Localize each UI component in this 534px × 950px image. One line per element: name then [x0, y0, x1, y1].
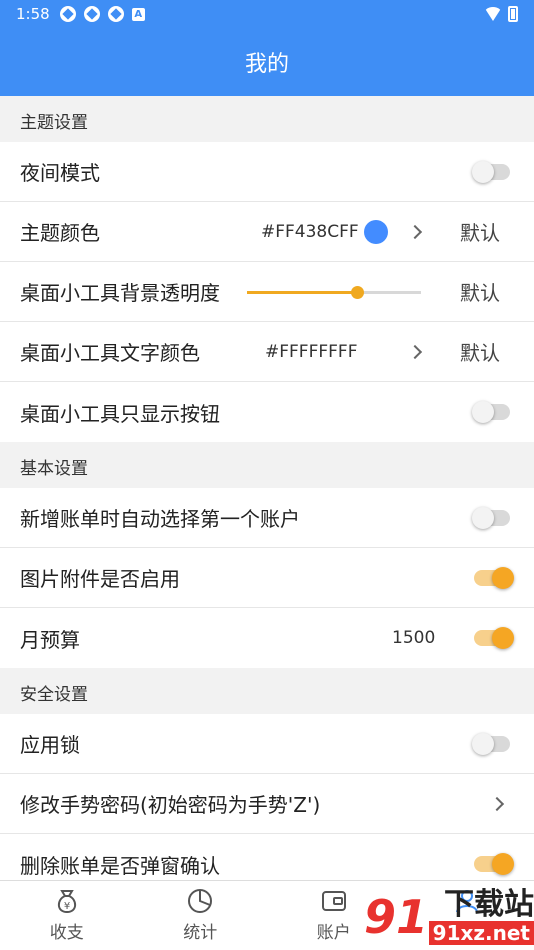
app-lock-row[interactable]: 应用锁 — [0, 714, 534, 774]
toggle-knob — [492, 566, 514, 589]
app-notification-icon — [59, 6, 76, 22]
a-icon: A — [131, 7, 145, 21]
image-attachment-toggle[interactable] — [474, 566, 514, 589]
status-bar: 1:58 A — [0, 0, 534, 28]
auto-select-account-row[interactable]: 新增账单时自动选择第一个账户 — [0, 488, 534, 548]
monthly-budget-row[interactable]: 月预算 1500 — [0, 608, 534, 668]
settings-list[interactable]: 主题设置 夜间模式 主题颜色 #FF438CFF 默认 桌面小工具背景透明度 默… — [0, 96, 534, 880]
toggle-knob — [492, 627, 514, 649]
widget-opacity-slider[interactable] — [247, 286, 421, 299]
wifi-icon — [484, 7, 502, 21]
toggle-knob — [472, 160, 494, 183]
chevron-right-icon[interactable] — [489, 796, 505, 811]
svg-text:¥: ¥ — [64, 901, 70, 912]
chevron-right-icon[interactable] — [407, 224, 423, 239]
theme-color-swatch[interactable] — [364, 219, 388, 244]
theme-color-default-button[interactable]: 默认 — [460, 217, 500, 246]
widget-buttons-only-row[interactable]: 桌面小工具只显示按钮 — [0, 382, 534, 442]
pie-chart-icon — [188, 889, 213, 913]
widget-text-color-row[interactable]: 桌面小工具文字颜色 #FFFFFFFF 默认 — [0, 322, 534, 382]
slider-handle[interactable] — [350, 286, 364, 299]
status-time: 1:58 — [16, 5, 50, 23]
app-notification-icon — [107, 6, 124, 22]
nav-item-statistics[interactable]: 统计 — [134, 881, 268, 950]
app-bar: 我的 — [0, 28, 534, 96]
nav-label: 统计 — [183, 923, 218, 943]
night-mode-toggle[interactable] — [472, 160, 510, 183]
widget-opacity-default-button[interactable]: 默认 — [460, 277, 500, 306]
slider-fill — [247, 291, 357, 294]
change-gesture-row[interactable]: 修改手势密码(初始密码为手势'Z') — [0, 774, 534, 834]
widget-text-color-value: #FFFFFFFF — [265, 341, 358, 362]
watermark: 91 下载站 91xz.net — [364, 884, 534, 950]
monthly-budget-label: 月预算 — [20, 627, 80, 652]
night-mode-row[interactable]: 夜间模式 — [0, 142, 534, 202]
toggle-knob — [472, 401, 494, 423]
nav-item-income-expense[interactable]: ¥ 收支 — [0, 881, 134, 950]
theme-color-row[interactable]: 主题颜色 #FF438CFF 默认 — [0, 202, 534, 262]
delete-confirm-toggle[interactable] — [474, 853, 514, 875]
widget-text-color-default-button[interactable]: 默认 — [460, 337, 500, 366]
app-lock-toggle[interactable] — [472, 732, 510, 755]
widget-opacity-row[interactable]: 桌面小工具背景透明度 默认 — [0, 262, 534, 322]
section-header-theme: 主题设置 — [0, 96, 534, 142]
toggle-knob — [472, 732, 494, 755]
toggle-knob — [492, 853, 514, 875]
night-mode-label: 夜间模式 — [20, 161, 100, 185]
app-notification-icon — [83, 6, 100, 22]
chevron-right-icon[interactable] — [407, 344, 423, 359]
wallet-icon — [321, 891, 346, 911]
watermark-url: 91xz.net — [428, 921, 534, 945]
image-attachment-label: 图片附件是否启用 — [20, 567, 180, 591]
delete-confirm-label: 删除账单是否弹窗确认 — [20, 853, 220, 878]
monthly-budget-value[interactable]: 1500 — [392, 628, 435, 648]
page-title: 我的 — [244, 52, 289, 77]
nav-label: 收支 — [49, 923, 84, 943]
watermark-logo: 91 — [364, 890, 429, 944]
change-gesture-label: 修改手势密码(初始密码为手势'Z') — [20, 793, 321, 817]
battery-icon — [508, 6, 518, 22]
auto-select-account-label: 新增账单时自动选择第一个账户 — [20, 507, 300, 531]
widget-opacity-label: 桌面小工具背景透明度 — [20, 281, 220, 305]
widget-buttons-only-label: 桌面小工具只显示按钮 — [20, 401, 220, 426]
section-header-basic: 基本设置 — [0, 442, 534, 488]
theme-color-value: #FF438CFF — [261, 221, 359, 242]
image-attachment-row[interactable]: 图片附件是否启用 — [0, 548, 534, 608]
nav-label: 账户 — [316, 923, 351, 943]
monthly-budget-toggle[interactable] — [474, 627, 514, 649]
section-header-security: 安全设置 — [0, 668, 534, 714]
app-lock-label: 应用锁 — [20, 733, 80, 757]
widget-text-color-label: 桌面小工具文字颜色 — [20, 341, 200, 365]
theme-color-label: 主题颜色 — [20, 221, 100, 245]
delete-confirm-row[interactable]: 删除账单是否弹窗确认 — [0, 834, 534, 880]
moneybag-icon: ¥ — [57, 890, 76, 914]
watermark-title: 下载站 — [444, 887, 534, 922]
toggle-knob — [472, 506, 494, 529]
auto-select-account-toggle[interactable] — [472, 506, 510, 529]
widget-buttons-only-toggle[interactable] — [472, 401, 510, 423]
